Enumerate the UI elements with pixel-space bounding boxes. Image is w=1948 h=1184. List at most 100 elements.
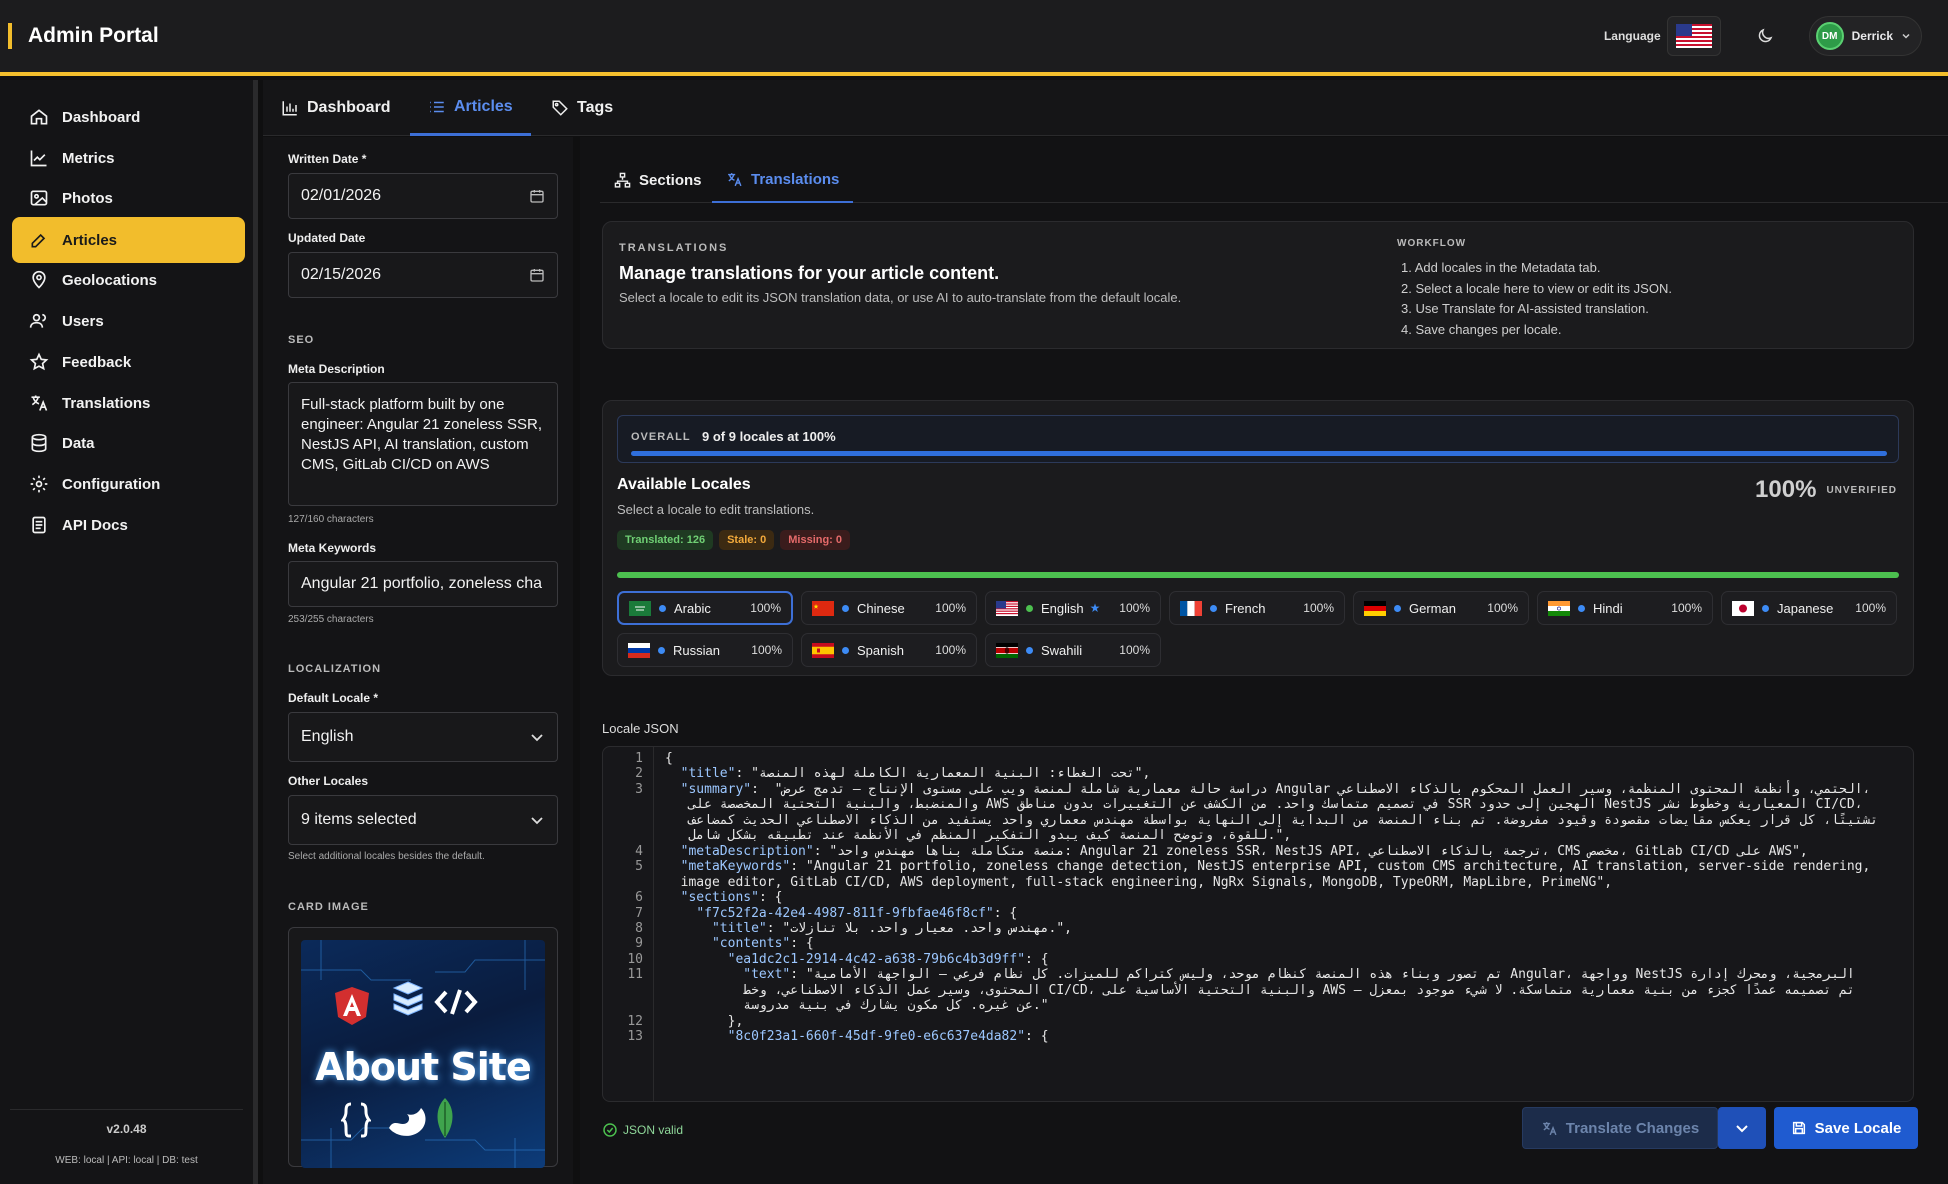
workflow-step: 1. Add locales in the Metadata tab.	[1401, 260, 1601, 275]
workflow-step: 3. Use Translate for AI-assisted transla…	[1401, 301, 1649, 316]
calendar-icon[interactable]	[529, 267, 545, 283]
sidebar-item-label: Articles	[62, 231, 118, 249]
info-title: Manage translations for your article con…	[619, 263, 1000, 283]
meta-keywords-field[interactable]: Angular 21 portfolio, zoneless cha	[288, 561, 558, 607]
language-selector[interactable]	[1666, 16, 1721, 56]
meta-description-field[interactable]: Full-stack platform built by one enginee…	[288, 382, 558, 506]
line-text: "metaKeywords": "Angular 21 portfolio, z…	[680, 859, 1871, 874]
locale-name: Japanese	[1777, 600, 1834, 616]
locale-russian[interactable]: Russian 100%	[617, 633, 793, 667]
sidebar-item-api-docs[interactable]: API Docs	[12, 502, 245, 548]
sidebar: Dashboard Metrics Photos Articles Geoloc…	[0, 80, 258, 1184]
chevron-down-icon	[531, 817, 543, 825]
leaf-logo-icon	[437, 1098, 453, 1138]
tab-articles[interactable]: Articles	[410, 80, 531, 136]
tab-translations[interactable]: Translations	[712, 157, 854, 203]
line-text: "ea1dc2c1-2914-4c42-a638-79b6c4b3d9ff": …	[727, 952, 1049, 967]
star-icon	[28, 351, 50, 373]
document-icon	[28, 514, 50, 536]
angular-logo-icon	[335, 987, 369, 1025]
locale-chinese[interactable]: Chinese 100%	[801, 591, 977, 625]
written-date-value: 02/01/2026	[301, 187, 382, 204]
card-image-heading: CARD IMAGE	[288, 901, 369, 913]
line-text: "text": "تم تصور وبناء هذه المنصة كنظام …	[743, 967, 1855, 982]
sidebar-item-dashboard[interactable]: Dashboard	[12, 94, 245, 140]
default-star-icon: ★	[1089, 601, 1101, 615]
chart-line-icon	[28, 147, 50, 169]
locale-json-editor[interactable]: 1{2 "title": "تحت الغطاء: البنية المعمار…	[602, 746, 1914, 1102]
locale-name: Arabic	[674, 600, 711, 616]
translate-changes-button[interactable]: Translate Changes	[1522, 1107, 1718, 1149]
locale-german[interactable]: German 100%	[1353, 591, 1529, 625]
tab-dashboard[interactable]: Dashboard	[263, 80, 409, 136]
chevron-down-icon	[1902, 33, 1910, 39]
sidebar-item-configuration[interactable]: Configuration	[12, 461, 245, 507]
json-valid-text: JSON valid	[623, 1123, 684, 1137]
card-image-frame[interactable]: About Site	[288, 927, 558, 1168]
status-dot	[1578, 604, 1585, 612]
code-line: 13 "8c0f23a1-660f-45df-9fe0-e6c637e4da82…	[603, 1029, 1913, 1048]
top-bar: Admin Portal Language DM Derrick	[0, 0, 1948, 76]
status-dot	[1026, 646, 1033, 654]
avatar: DM	[1815, 22, 1844, 50]
save-icon	[1792, 1121, 1805, 1135]
tab-label: Sections	[639, 171, 702, 189]
locale-hindi[interactable]: Hindi 100%	[1537, 591, 1713, 625]
translation-stats: Translated: 126 Stale: 0 Missing: 0	[617, 530, 856, 550]
gear-icon	[28, 473, 50, 495]
locale-name: French	[1225, 600, 1266, 616]
app-title: Admin Portal	[28, 24, 159, 47]
line-text: },	[665, 1014, 744, 1029]
written-date-label: Written Date *	[288, 152, 367, 166]
line-text: "contents": {	[711, 936, 814, 951]
locale-name: English	[1041, 600, 1084, 616]
other-locales-select[interactable]: 9 items selected	[288, 795, 558, 845]
locale-english[interactable]: English ★ 100%	[985, 591, 1161, 625]
overall-value: 9 of 9 locales at 100%	[702, 429, 836, 444]
save-locale-button[interactable]: Save Locale	[1774, 1107, 1918, 1149]
language-label: Language	[1603, 29, 1661, 43]
overall-progress-fill	[631, 451, 1887, 456]
updated-date-value: 02/15/2026	[301, 266, 382, 283]
status-dot	[659, 604, 666, 612]
calendar-icon[interactable]	[529, 188, 545, 204]
theme-toggle[interactable]	[1745, 16, 1785, 56]
locale-name: Chinese	[857, 600, 905, 616]
locale-percent: 100%	[1119, 601, 1150, 615]
status-dot	[1394, 604, 1401, 612]
edit-icon	[28, 229, 50, 251]
locale-spanish[interactable]: Spanish 100%	[801, 633, 977, 667]
overall-progress-track	[631, 451, 1887, 456]
nestjs-logo-icon	[389, 1108, 426, 1136]
map-pin-icon	[28, 269, 50, 291]
locale-swahili[interactable]: Swahili 100%	[985, 633, 1161, 667]
locale-japanese[interactable]: Japanese 100%	[1721, 591, 1897, 625]
sidebar-item-photos[interactable]: Photos	[12, 175, 245, 221]
updated-date-label: Updated Date	[288, 231, 366, 245]
user-menu[interactable]: DM Derrick	[1808, 16, 1922, 56]
other-locales-value: 9 items selected	[301, 811, 417, 828]
sidebar-item-data[interactable]: Data	[12, 420, 245, 466]
default-locale-select[interactable]: English	[288, 712, 558, 762]
sidebar-item-geolocations[interactable]: Geolocations	[12, 257, 245, 303]
tag-icon	[552, 100, 568, 116]
status-dot	[1210, 604, 1217, 612]
article-form: Written Date * 02/01/2026 Updated Date 0…	[263, 137, 573, 1184]
updated-date-field[interactable]: 02/15/2026	[288, 252, 558, 298]
locales-title: Available Locales	[617, 476, 751, 493]
locale-french[interactable]: French 100%	[1169, 591, 1345, 625]
info-caps: TRANSLATIONS	[619, 242, 729, 254]
translate-options-button[interactable]	[1718, 1107, 1766, 1149]
check-circle-icon	[603, 1123, 617, 1137]
locale-arabic[interactable]: Arabic 100%	[617, 591, 793, 625]
sidebar-item-feedback[interactable]: Feedback	[12, 339, 245, 385]
info-description: Select a locale to edit its JSON transla…	[619, 290, 1182, 305]
written-date-field[interactable]: 02/01/2026	[288, 173, 558, 219]
line-text: والمنضبط، والبنية التحتية المخصصة على AW…	[665, 797, 1863, 812]
tab-sections[interactable]: Sections	[600, 157, 716, 203]
tab-tags[interactable]: Tags	[533, 80, 631, 136]
sidebar-item-label: Feedback	[62, 353, 132, 371]
database-icon	[28, 432, 50, 454]
locale-percent: 100%	[1855, 601, 1886, 615]
sidebar-item-users[interactable]: Users	[12, 298, 245, 344]
